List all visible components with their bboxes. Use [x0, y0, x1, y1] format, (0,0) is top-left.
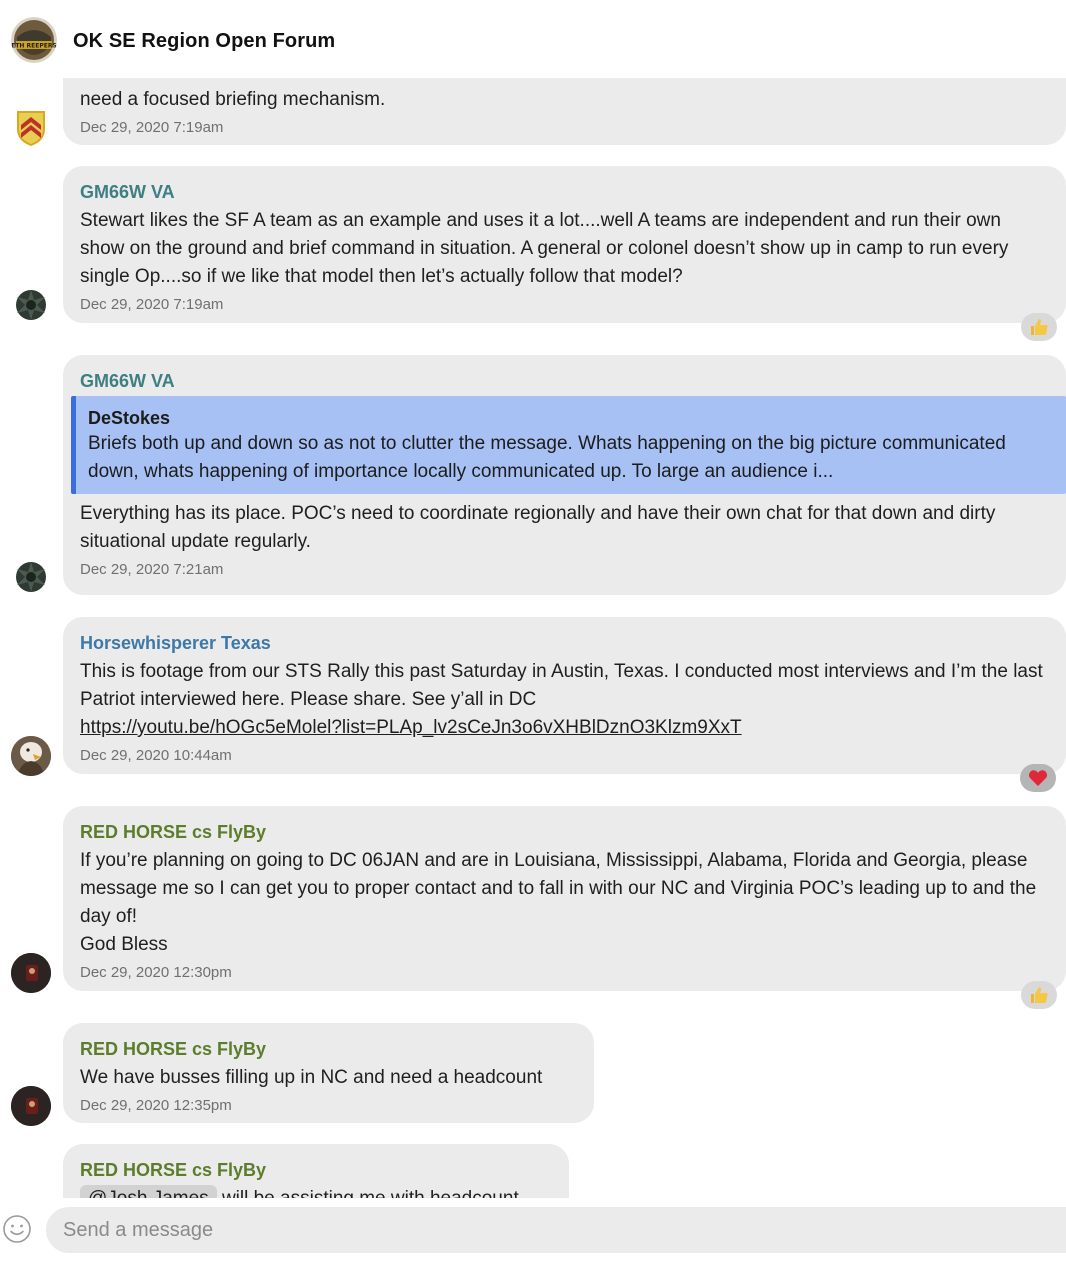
user-avatar-icon[interactable] [11, 953, 51, 993]
svg-text:ETH REEPERS: ETH REEPERS [11, 43, 57, 50]
message-timestamp: Dec 29, 2020 7:21am [80, 561, 224, 578]
message-bubble[interactable]: RED HORSE cs FlyBy We have busses fillin… [63, 1023, 594, 1123]
message-text: We have busses filling up in NC and need… [80, 1067, 543, 1088]
message-author[interactable]: GM66W VA [80, 369, 1049, 393]
message-text: Stewart likes the SF A team as an exampl… [80, 210, 1009, 287]
user-avatar-icon[interactable] [11, 1086, 51, 1126]
quoted-message[interactable]: DeStokes Briefs both up and down so as n… [71, 396, 1066, 494]
message-author[interactable]: RED HORSE cs FlyBy [80, 1037, 577, 1061]
eagle-avatar-icon[interactable] [11, 736, 51, 776]
heart-reaction-icon[interactable] [1020, 764, 1056, 792]
message-text-line-2: God Bless [80, 934, 168, 955]
quoted-text: Briefs both up and down so as not to clu… [88, 433, 1006, 482]
message-timestamp: Dec 29, 2020 12:35pm [80, 1097, 232, 1114]
group-badge-icon[interactable]: ETH REEPERS [11, 17, 57, 63]
message-link-line: https://youtu.be/hOGc5eMolel?list=PLAp_l… [80, 714, 1049, 742]
message-timestamp: Dec 29, 2020 10:44am [80, 747, 232, 764]
message-author[interactable]: GM66W VA [80, 180, 1049, 204]
message-text-rest: will be assisting me with headcount [222, 1188, 519, 1198]
message-text: If you’re planning on going to DC 06JAN … [80, 850, 1037, 927]
insignia-icon[interactable] [11, 285, 51, 325]
quoted-author: DeStokes [88, 408, 171, 428]
message-timestamp: Dec 29, 2020 7:19am [80, 119, 224, 136]
thumbs-up-reaction-icon[interactable] [1021, 313, 1057, 341]
message-bubble[interactable]: Horsewhisperer Texas This is footage fro… [63, 617, 1066, 774]
chevron-shield-icon[interactable] [11, 107, 51, 147]
smiley-icon[interactable] [2, 1214, 32, 1244]
chat-window: need a focused briefing mechanism. Dec 2… [0, 0, 1066, 1265]
youtube-link[interactable]: https://youtu.be/hOGc5eMolel?list=PLAp_l… [80, 717, 742, 738]
chat-title[interactable]: OK SE Region Open Forum [73, 30, 335, 53]
thumbs-up-reaction-icon[interactable] [1021, 981, 1057, 1009]
message-bubble[interactable]: RED HORSE cs FlyBy @Josh James will be a… [63, 1144, 569, 1198]
user-mention[interactable]: @Josh James [80, 1185, 217, 1198]
message-bubble[interactable]: RED HORSE cs FlyBy If you’re planning on… [63, 806, 1066, 991]
message-author[interactable]: Horsewhisperer Texas [80, 631, 1049, 655]
message-timestamp: Dec 29, 2020 12:30pm [80, 964, 232, 981]
message-feed[interactable]: need a focused briefing mechanism. Dec 2… [0, 0, 1066, 1198]
message-author[interactable]: RED HORSE cs FlyBy [80, 1158, 552, 1182]
message-text: This is footage from our STS Rally this … [80, 661, 1043, 710]
message-bubble[interactable]: GM66W VA DeStokes Briefs both up and dow… [63, 355, 1066, 595]
message-bubble[interactable]: GM66W VA Stewart likes the SF A team as … [63, 166, 1066, 323]
message-author[interactable]: RED HORSE cs FlyBy [80, 820, 1049, 844]
chat-header: ETH REEPERS OK SE Region Open Forum [0, 0, 1066, 78]
insignia-icon[interactable] [11, 557, 51, 597]
message-timestamp: Dec 29, 2020 7:19am [80, 296, 224, 313]
message-text: Everything has its place. POC’s need to … [80, 503, 996, 552]
message-input[interactable] [46, 1207, 1066, 1253]
message-text: need a focused briefing mechanism. [80, 89, 386, 110]
message-text: @Josh James will be assisting me with he… [80, 1185, 552, 1198]
message-composer [0, 1198, 1066, 1265]
